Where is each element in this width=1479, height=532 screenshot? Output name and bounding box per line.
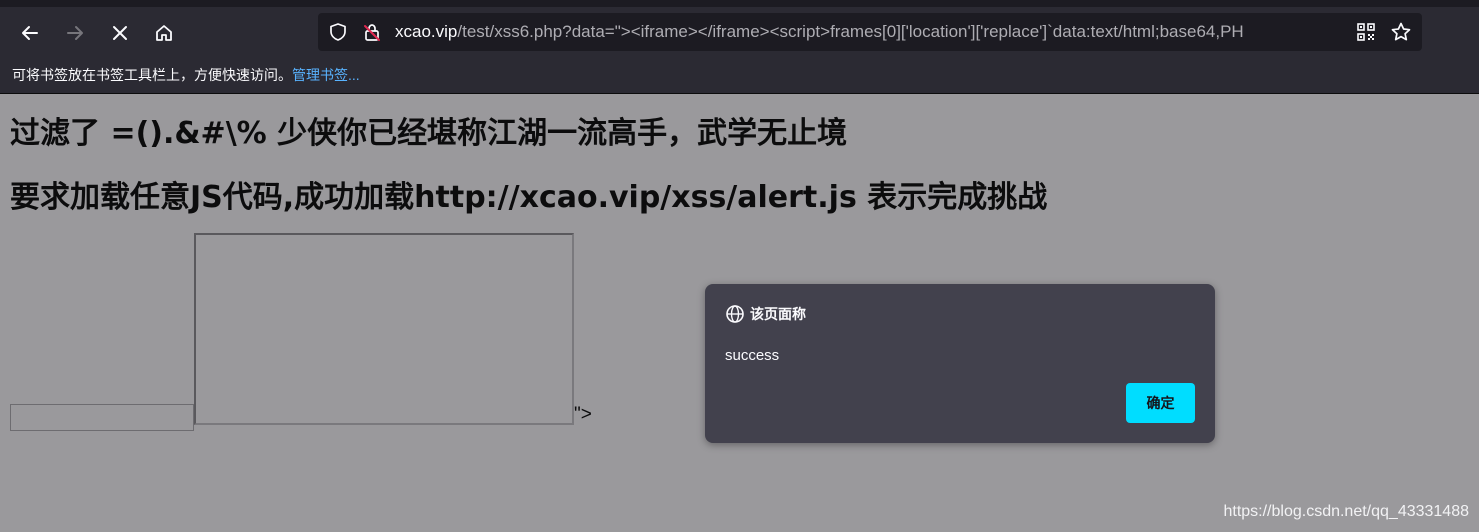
url-path: /test/xss6.php?data="><iframe></iframe><…	[457, 22, 1244, 41]
injected-iframe[interactable]	[194, 233, 574, 425]
bookmarks-hint-text: 可将书签放在书签工具栏上，方便快速访问。	[12, 67, 292, 83]
ok-button[interactable]: 确定	[1126, 383, 1195, 423]
trailing-text: ">	[574, 404, 592, 425]
url-domain: xcao.vip	[395, 22, 458, 41]
bookmarks-toolbar: 可将书签放在书签工具栏上，方便快速访问。管理书签...	[0, 59, 1479, 94]
url-text[interactable]: xcao.vip/test/xss6.php?data="><iframe></…	[395, 13, 1345, 51]
forward-button[interactable]	[59, 17, 91, 49]
close-icon	[113, 26, 127, 40]
insecure-lock-icon[interactable]	[362, 22, 382, 42]
alert-dialog: 该页面称 success 确定	[705, 284, 1215, 443]
qr-code-icon[interactable]	[1356, 22, 1376, 42]
address-bar[interactable]: xcao.vip/test/xss6.php?data="><iframe></…	[318, 13, 1422, 51]
stop-button[interactable]	[104, 17, 136, 49]
manage-bookmarks-link[interactable]: 管理书签...	[292, 67, 360, 83]
bookmarks-hint: 可将书签放在书签工具栏上，方便快速访问。管理书签...	[12, 59, 360, 91]
injected-input-field[interactable]	[10, 404, 194, 431]
watermark: https://blog.csdn.net/qq_43331488	[1223, 503, 1469, 520]
star-icon[interactable]	[1390, 21, 1412, 43]
url-fade	[1318, 13, 1348, 51]
home-icon	[156, 25, 172, 41]
browser-toolbar: xcao.vip/test/xss6.php?data="><iframe></…	[0, 7, 1479, 59]
dialog-message: success	[725, 347, 780, 364]
arrow-right-icon	[67, 26, 83, 40]
dialog-title: 该页面称	[750, 306, 806, 322]
globe-icon	[726, 305, 744, 323]
filter-heading: 过滤了 =().&#\% 少侠你已经堪称江湖一流高手，武学无止境	[10, 116, 848, 151]
home-button[interactable]	[148, 17, 180, 49]
shield-icon[interactable]	[328, 22, 348, 42]
back-button[interactable]	[14, 17, 46, 49]
arrow-left-icon	[22, 26, 38, 40]
challenge-heading: 要求加载任意JS代码,成功加载http://xcao.vip/xss/alert…	[10, 180, 1048, 215]
window-top-strip	[0, 0, 1479, 7]
